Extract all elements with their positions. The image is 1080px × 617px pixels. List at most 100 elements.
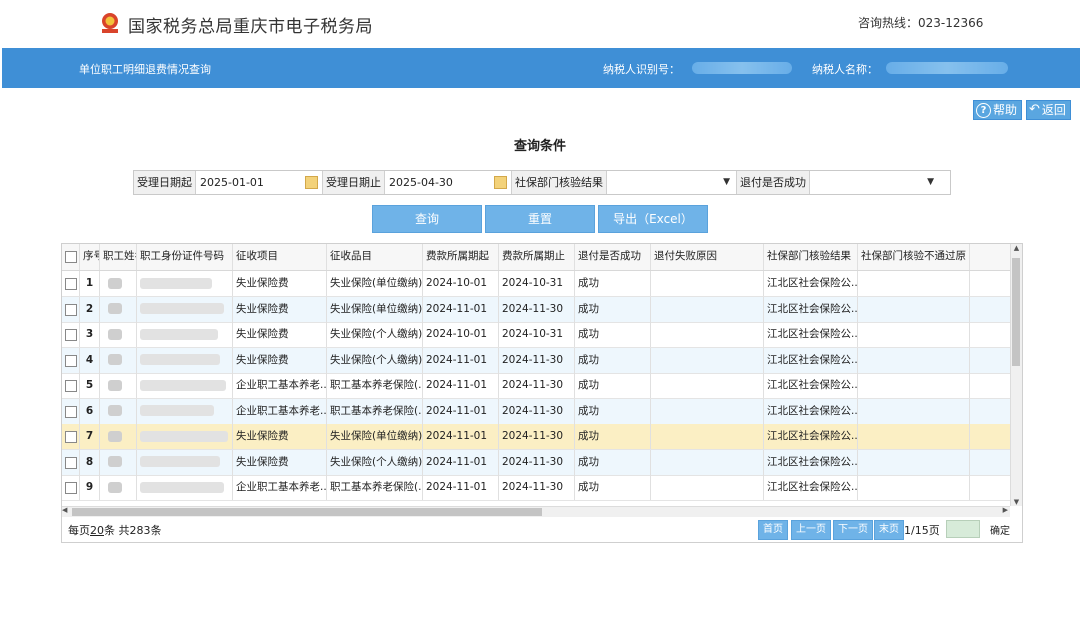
query-filter-row: 受理日期起 2025-01-01 受理日期止 2025-04-30 社保部门核验… <box>133 170 951 195</box>
cell-reason <box>651 424 764 449</box>
row-checkbox[interactable] <box>65 278 77 290</box>
row-checkbox[interactable] <box>65 456 77 469</box>
social-check-label: 社保部门核验结果 <box>512 171 607 194</box>
redacted-id <box>140 430 228 442</box>
cell-subitem: 职工基本养老保险(... <box>327 373 423 398</box>
scroll-up-icon[interactable]: ▲ <box>1011 244 1022 252</box>
cell-employee-name <box>100 475 137 500</box>
row-checkbox[interactable] <box>65 482 77 494</box>
column-header-col-item[interactable]: 征收项目 <box>233 244 327 270</box>
row-checkbox[interactable] <box>65 329 77 341</box>
cell-id-number <box>137 475 233 500</box>
vertical-scrollbar[interactable]: ▲ ▼ <box>1010 244 1022 506</box>
cell-item: 失业保险费 <box>233 424 327 449</box>
calendar-icon[interactable] <box>494 176 507 189</box>
column-header-col-success[interactable]: 退付是否成功 <box>575 244 651 270</box>
table-row[interactable]: 2 失业保险费 失业保险(单位缴纳) 2024-11-01 2024-11-30 成功 江北… <box>62 296 1010 323</box>
row-select-cell <box>62 449 80 475</box>
back-button[interactable]: ↶ 返回 <box>1026 100 1071 120</box>
cell-start: 2024-11-01 <box>423 398 499 424</box>
cell-subitem: 失业保险(个人缴纳) <box>327 322 423 347</box>
cell-start: 2024-11-01 <box>423 424 499 449</box>
start-date-value: 2025-01-01 <box>200 176 264 189</box>
start-date-label: 受理日期起 <box>134 171 196 194</box>
next-page-button[interactable]: 下一页 <box>833 520 873 540</box>
column-header-col-end[interactable]: 费款所属期止 <box>499 244 575 270</box>
row-select-cell <box>62 296 80 322</box>
table-row[interactable]: 6 企业职工基本养老... 职工基本养老保险(... 2024-11-01 2024-1… <box>62 398 1010 425</box>
prev-page-button[interactable]: 上一页 <box>791 520 831 540</box>
table-row[interactable]: 4 失业保险费 失业保险(个人缴纳) 2024-11-01 2024-11-30 成功 江北… <box>62 347 1010 374</box>
row-checkbox[interactable] <box>65 354 77 367</box>
cell-check-reason <box>858 424 970 449</box>
cell-no: 7 <box>80 424 100 449</box>
cell-no: 8 <box>80 449 100 475</box>
cell-check-reason <box>858 271 970 296</box>
search-button[interactable]: 查询 <box>372 205 482 233</box>
cell-reason <box>651 449 764 475</box>
cell-no: 4 <box>80 347 100 373</box>
redacted-id <box>140 354 220 365</box>
cell-end: 2024-10-31 <box>499 322 575 347</box>
scroll-left-icon[interactable]: ◀ <box>62 506 67 514</box>
cell-id-number <box>137 424 233 449</box>
cell-end: 2024-11-30 <box>499 398 575 424</box>
cell-check-reason <box>858 475 970 500</box>
cell-reason <box>651 347 764 373</box>
table-row[interactable]: 3 失业保险费 失业保险(个人缴纳) 2024-10-01 2024-10-31 成功 江北… <box>62 322 1010 348</box>
table-row[interactable]: 5 企业职工基本养老... 职工基本养老保险(... 2024-11-01 2024-1… <box>62 373 1010 399</box>
column-header-col-no[interactable]: 序号 <box>80 244 100 270</box>
column-header-col-check-reason[interactable]: 社保部门核验不通过原 <box>858 244 970 270</box>
query-section-title: 查询条件 <box>513 139 566 154</box>
social-check-select[interactable]: ▼ <box>607 171 737 194</box>
cell-check: 江北区社会保险公... <box>764 271 858 296</box>
taxpayer-id-label: 纳税人识别号： <box>603 63 680 76</box>
page-size-value[interactable]: 20 <box>90 524 104 537</box>
table-row[interactable]: 1 失业保险费 失业保险(单位缴纳) 2024-10-01 2024-10-31 成功 江北… <box>62 271 1010 297</box>
calendar-icon[interactable] <box>305 176 318 189</box>
back-label: 返回 <box>1041 103 1066 117</box>
table-row[interactable]: 7 失业保险费 失业保险(单位缴纳) 2024-11-01 2024-11-30 成功 江北… <box>62 424 1010 450</box>
cell-subitem: 失业保险(单位缴纳) <box>327 424 423 449</box>
refund-success-select[interactable]: ▼ <box>810 171 940 194</box>
column-header-col-start[interactable]: 费款所属期起 <box>423 244 499 270</box>
first-page-button[interactable]: 首页 <box>758 520 788 540</box>
start-date-input[interactable]: 2025-01-01 <box>196 171 323 194</box>
select-all-checkbox[interactable] <box>65 251 77 263</box>
cell-id-number <box>137 373 233 398</box>
scroll-down-icon[interactable]: ▼ <box>1011 498 1022 506</box>
row-checkbox[interactable] <box>65 303 77 316</box>
scroll-thumb[interactable] <box>1012 258 1020 366</box>
column-header-col-check[interactable]: 社保部门核验结果 <box>764 244 858 270</box>
row-checkbox[interactable] <box>65 380 77 392</box>
end-date-input[interactable]: 2025-04-30 <box>385 171 512 194</box>
cell-subitem: 职工基本养老保险(... <box>327 475 423 500</box>
scroll-right-icon[interactable]: ▶ <box>1003 506 1008 514</box>
table-row[interactable]: 9 企业职工基本养老... 职工基本养老保险(... 2024-11-01 2024-1… <box>62 475 1010 501</box>
total-count: 条 共283条 <box>104 524 162 537</box>
reset-button[interactable]: 重置 <box>485 205 595 233</box>
row-checkbox[interactable] <box>65 405 77 418</box>
cell-no: 5 <box>80 373 100 398</box>
taxpayer-id-redacted <box>692 62 792 74</box>
page-jump-input[interactable] <box>946 520 980 538</box>
cell-id-number <box>137 271 233 296</box>
cell-end: 2024-11-30 <box>499 424 575 449</box>
cell-check: 江北区社会保险公... <box>764 424 858 449</box>
column-header-col-id[interactable]: 职工身份证件号码 <box>137 244 233 270</box>
column-header-col-subitem[interactable]: 征收品目 <box>327 244 423 270</box>
export-excel-button[interactable]: 导出（Excel） <box>598 205 708 233</box>
cell-check: 江北区社会保险公... <box>764 296 858 322</box>
help-button[interactable]: ? 帮助 <box>973 100 1023 120</box>
redacted-name <box>108 430 122 442</box>
column-header-col-name[interactable]: 职工姓名 <box>100 244 137 270</box>
cell-id-number <box>137 347 233 373</box>
column-header-col-reason[interactable]: 退付失败原因 <box>651 244 764 270</box>
confirm-button[interactable]: 确定 <box>990 522 1010 537</box>
site-header: 国家税务总局重庆市电子税务局 咨询热线：023-12366 <box>0 0 1080 48</box>
scroll-thumb[interactable] <box>72 508 542 516</box>
last-page-button[interactable]: 末页 <box>874 520 904 540</box>
row-checkbox[interactable] <box>65 431 77 443</box>
table-row[interactable]: 8 失业保险费 失业保险(个人缴纳) 2024-11-01 2024-11-30 成功 江北… <box>62 449 1010 476</box>
hotline-text: 咨询热线：023-12366 <box>858 16 984 30</box>
